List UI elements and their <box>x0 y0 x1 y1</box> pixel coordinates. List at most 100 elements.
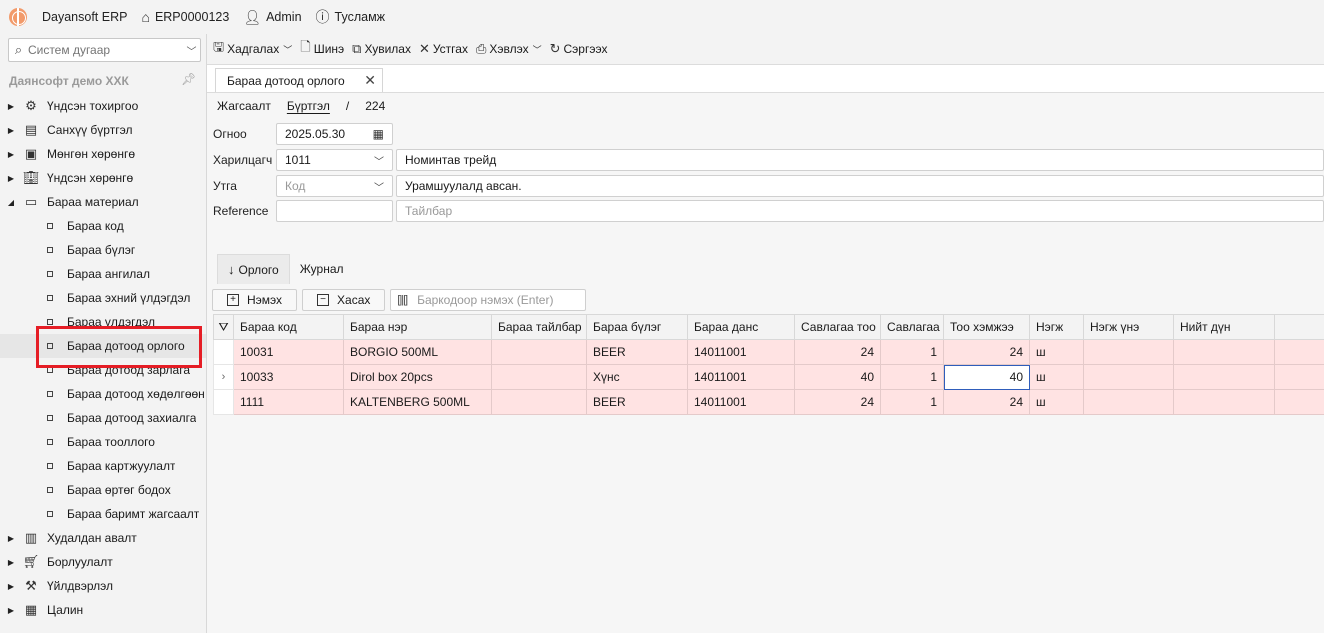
cell-pack-qty[interactable]: 24 <box>794 339 881 365</box>
cell-pack[interactable]: 1 <box>880 364 944 390</box>
tree-child-stocktake[interactable]: Бараа тооллого <box>0 430 206 454</box>
col-item-desc[interactable]: Бараа тайлбар <box>491 314 587 340</box>
copy-button[interactable]: ⧉ Хувилах <box>352 41 411 57</box>
remove-row-button[interactable]: − Хасах <box>302 289 386 311</box>
cell-pack[interactable]: 1 <box>880 389 944 415</box>
cell-pack-qty[interactable]: 40 <box>794 364 881 390</box>
crumb-list[interactable]: Жагсаалт <box>217 99 271 113</box>
tree-item-production[interactable]: ▶ ⚒ Үйлдвэрлэл <box>0 574 206 598</box>
system-number-search[interactable]: ⌕ ﹀ <box>8 38 201 62</box>
tree-child-opening-balance[interactable]: Бараа эхний үлдэгдэл <box>0 286 206 310</box>
expand-arrow-icon[interactable]: ▶ <box>0 150 22 159</box>
collapse-arrow-icon[interactable]: ◢ <box>0 198 22 207</box>
cell-item-name[interactable]: BORGIO 500ML <box>343 339 492 365</box>
cell-item-code[interactable]: 10033 <box>233 364 344 390</box>
col-total[interactable]: Нийт дүн <box>1173 314 1275 340</box>
col-pack[interactable]: Савлагаа <box>880 314 944 340</box>
tree-child-item-group[interactable]: Бараа бүлэг <box>0 238 206 262</box>
partner-name-field[interactable]: Номинтав трейд <box>396 149 1324 171</box>
cell-total[interactable] <box>1173 389 1275 415</box>
pin-icon[interactable]: 📌︎ <box>181 72 196 86</box>
row-indicator[interactable] <box>213 339 234 365</box>
cell-item-desc[interactable] <box>491 389 587 415</box>
help-button[interactable]: ⓘ Тусламж <box>316 7 386 27</box>
cell-item-group[interactable]: BEER <box>586 389 688 415</box>
tab-journal[interactable]: Журнал <box>290 254 354 284</box>
col-item-account[interactable]: Бараа данс <box>687 314 795 340</box>
cell-item-code[interactable]: 10031 <box>233 339 344 365</box>
col-pack-qty[interactable]: Савлагаа тоо <box>794 314 881 340</box>
cell-quantity[interactable]: 24 <box>943 339 1030 365</box>
cell-item-code[interactable]: 1111 <box>233 389 344 415</box>
meaning-text-field[interactable]: Урамшуулалд авсан. <box>396 175 1324 197</box>
cell-item-account[interactable]: 14011001 <box>687 389 795 415</box>
tree-child-balance[interactable]: Бараа үлдэгдэл <box>0 310 206 334</box>
cell-unit[interactable]: ш <box>1029 389 1084 415</box>
expand-arrow-icon[interactable]: ▶ <box>0 606 22 615</box>
cell-pack[interactable]: 1 <box>880 339 944 365</box>
cell-item-desc[interactable] <box>491 339 587 365</box>
tree-item-finance[interactable]: ▶ ▤ Санхүү бүртгэл <box>0 118 206 142</box>
close-tab-icon[interactable]: ✕ <box>364 72 376 89</box>
cell-unit-price[interactable] <box>1083 389 1174 415</box>
tree-item-purchase[interactable]: ▶ ▥ Худалдан авалт <box>0 526 206 550</box>
calendar-icon[interactable]: ▦ <box>373 127 384 141</box>
expand-arrow-icon[interactable]: ▶ <box>0 558 22 567</box>
cell-pack-qty[interactable]: 24 <box>794 389 881 415</box>
cell-total[interactable] <box>1173 339 1275 365</box>
chevron-down-icon[interactable]: ﹀ <box>374 179 384 194</box>
tree-child-cost-calc[interactable]: Бараа өртөг бодох <box>0 478 206 502</box>
cell-total[interactable] <box>1173 364 1275 390</box>
tree-child-internal-expense[interactable]: Бараа дотоод зарлага <box>0 358 206 382</box>
expand-arrow-icon[interactable]: ▶ <box>0 102 22 111</box>
reference-field[interactable] <box>276 200 393 222</box>
barcode-input[interactable]: [|||] Баркодоор нэмэх (Enter) <box>390 289 587 311</box>
home-button[interactable]: ⌂ ERP0000123 <box>141 9 229 25</box>
chevron-down-icon[interactable]: ﹀ <box>374 153 384 168</box>
cell-item-account[interactable]: 14011001 <box>687 339 795 365</box>
tree-child-internal-income[interactable]: Бараа дотоод орлого <box>0 334 206 358</box>
tree-item-payroll[interactable]: ▶ ▦ Цалин <box>0 598 206 622</box>
cell-unit-price[interactable] <box>1083 364 1174 390</box>
cell-unit[interactable]: ш <box>1029 339 1084 365</box>
description-field[interactable]: Тайлбар <box>396 200 1324 222</box>
tree-child-internal-order[interactable]: Бараа дотоод захиалга <box>0 406 206 430</box>
col-item-name[interactable]: Бараа нэр <box>343 314 492 340</box>
cell-item-group[interactable]: Хүнс <box>586 364 688 390</box>
col-unit[interactable]: Нэгж <box>1029 314 1084 340</box>
refresh-button[interactable]: ↻ Сэргээх <box>550 41 608 57</box>
chevron-down-icon[interactable]: ﹀ <box>183 43 200 58</box>
col-quantity[interactable]: Тоо хэмжээ <box>943 314 1030 340</box>
current-row-indicator-icon[interactable]: › <box>213 364 234 390</box>
tree-item-basic-settings[interactable]: ▶ ⚙ Үндсэн тохиргоо <box>0 94 206 118</box>
save-button[interactable]: 🖫 Хадгалах ﹀ <box>213 38 292 60</box>
cell-item-desc[interactable] <box>491 364 587 390</box>
tree-child-item-card[interactable]: Бараа картжуулалт <box>0 454 206 478</box>
tree-item-sales[interactable]: ▶ 🛒︎ Борлуулалт <box>0 550 206 574</box>
cell-item-name[interactable]: KALTENBERG 500ML <box>343 389 492 415</box>
cell-unit[interactable]: ш <box>1029 364 1084 390</box>
cell-item-group[interactable]: BEER <box>586 339 688 365</box>
cell-unit-price[interactable] <box>1083 339 1174 365</box>
add-row-button[interactable]: + Нэмэх <box>212 289 298 311</box>
table-row[interactable]: 1111 KALTENBERG 500ML BEER 14011001 24 1… <box>213 389 1324 415</box>
user-button[interactable]: 👤︎ Admin <box>243 9 301 26</box>
expand-arrow-icon[interactable]: ▶ <box>0 126 22 135</box>
chevron-down-icon[interactable]: ﹀ <box>283 43 292 56</box>
print-button[interactable]: ⎙ Хэвлэх ﹀ <box>476 41 542 57</box>
new-button[interactable]: 🗋 Шинэ <box>300 38 344 60</box>
tree-child-internal-movement[interactable]: Бараа дотоод хөдөлгөөн <box>0 382 206 406</box>
cell-quantity-focused[interactable]: 40 <box>943 364 1030 390</box>
tree-child-item-category[interactable]: Бараа ангилал <box>0 262 206 286</box>
expand-arrow-icon[interactable]: ▶ <box>0 174 22 183</box>
tree-item-cash[interactable]: ▶ ▣ Мөнгөн хөрөнгө <box>0 142 206 166</box>
cell-item-name[interactable]: Dirol box 20pcs <box>343 364 492 390</box>
filter-icon[interactable]: ⛛ <box>213 314 234 340</box>
date-field[interactable]: 2025.05.30 ▦ <box>276 123 393 145</box>
col-unit-price[interactable]: Нэгж үнэ <box>1083 314 1174 340</box>
tab-income[interactable]: ↓ Орлого <box>217 254 290 284</box>
row-indicator[interactable] <box>213 389 234 415</box>
partner-code-field[interactable]: 1011 ﹀ <box>276 149 393 171</box>
system-number-input[interactable] <box>27 43 183 57</box>
expand-arrow-icon[interactable]: ▶ <box>0 582 22 591</box>
